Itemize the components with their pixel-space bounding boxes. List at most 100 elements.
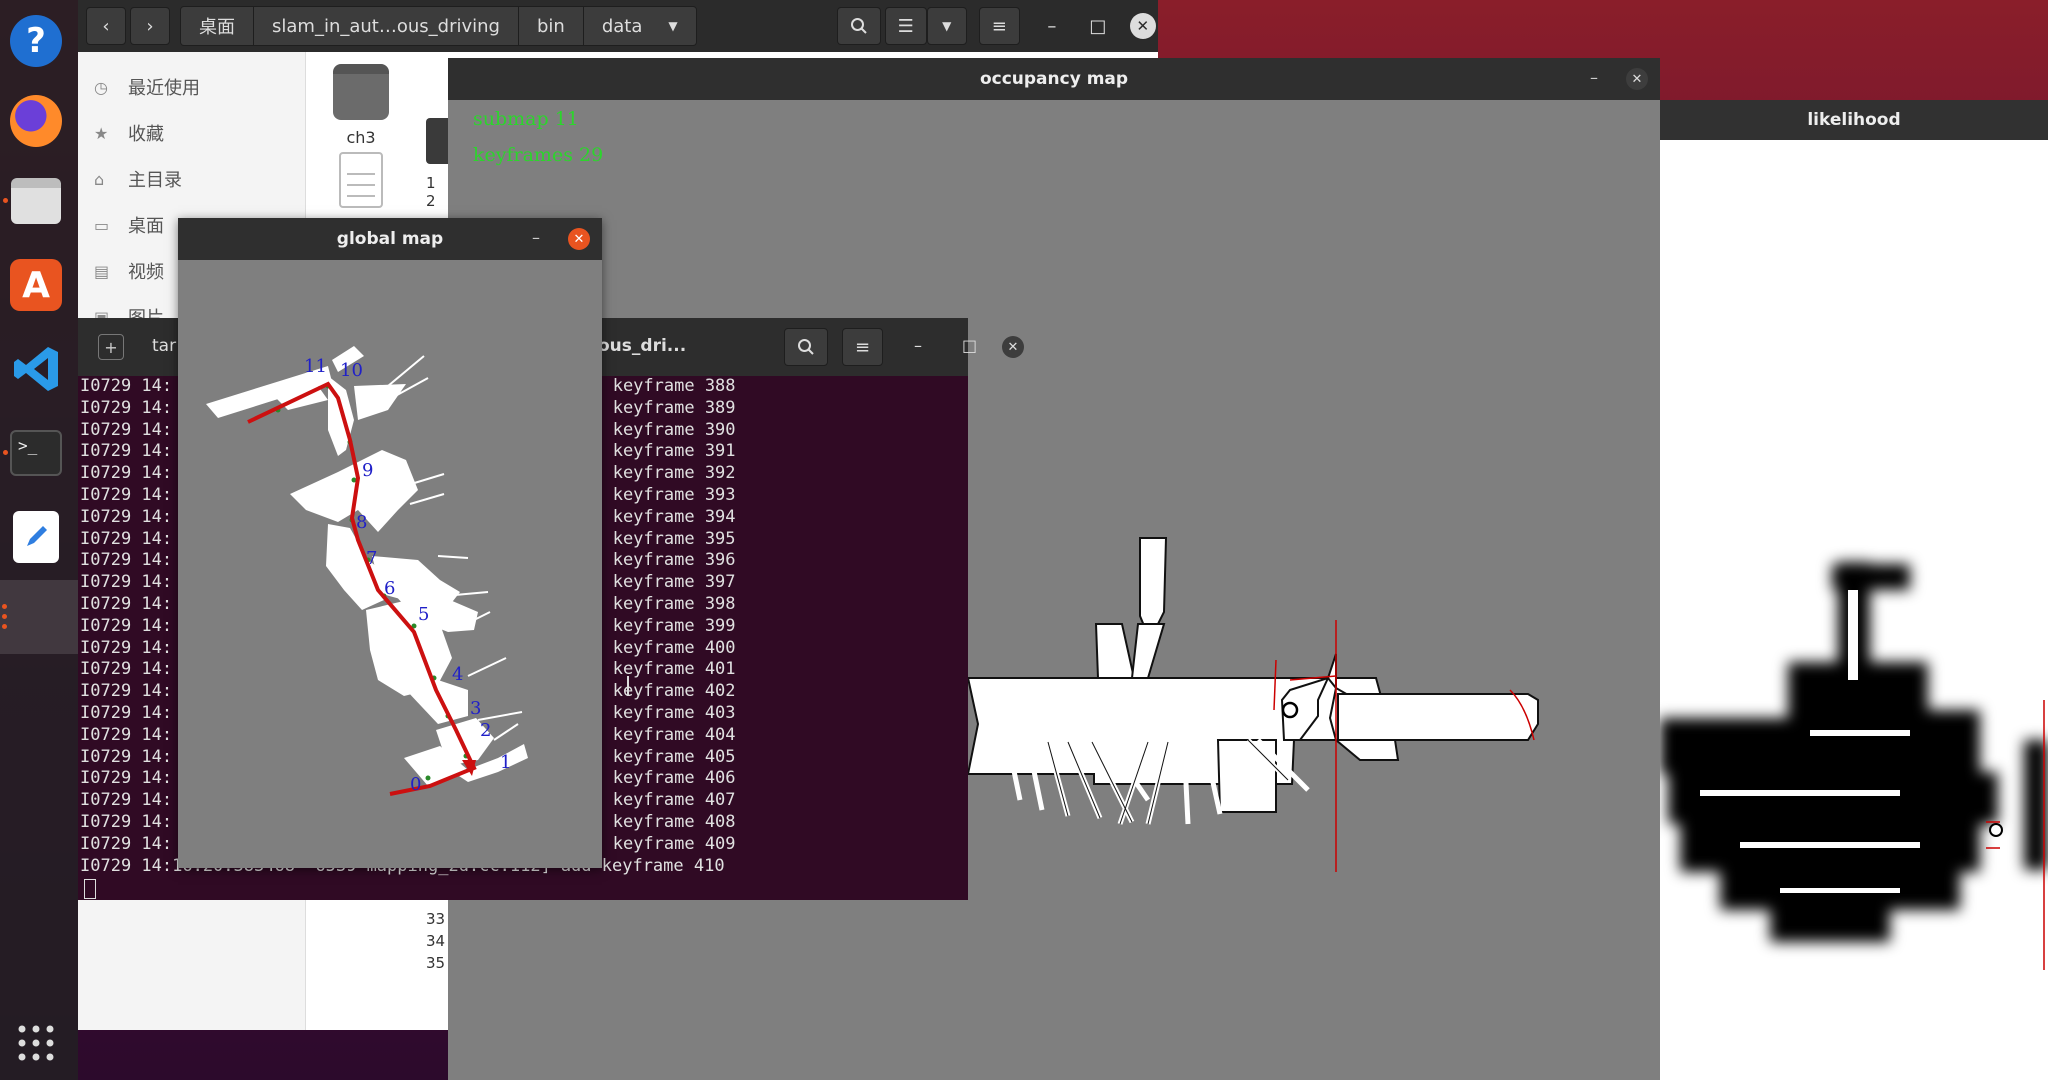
map-label: 7 [366,548,377,569]
map-label: 2 [480,720,491,741]
terminal-cursor [84,879,96,900]
breadcrumb-data[interactable]: data ▼ [583,7,696,45]
window-title: likelihood [1660,100,2048,140]
menu-button[interactable]: ≡ [978,7,1020,45]
show-apps-icon[interactable] [7,1014,65,1072]
global-map-canvas: 0 1 2 3 4 5 6 7 8 9 10 11 [206,346,528,796]
tab-label[interactable]: tar [152,336,176,356]
log-message: dd keyframe 395 [582,528,736,549]
map-label: 9 [362,460,373,481]
search-button[interactable] [784,328,828,366]
map-label: 8 [356,512,367,533]
log-message: dd keyframe 397 [582,572,736,593]
log-message: dd keyframe 401 [582,659,736,680]
breadcrumb-data-label: data [601,15,643,37]
running-indicator [2,614,7,619]
log-message: dd keyframe 393 [582,484,736,505]
star-icon: ★ [94,123,109,143]
breadcrumb-project[interactable]: slam_in_aut…ous_driving [254,7,519,45]
home-icon: ⌂ [94,169,105,189]
chevron-down-icon: ▼ [942,19,952,33]
log-message: dd keyframe 389 [582,397,736,418]
list-view-button[interactable]: ☰ [884,7,927,45]
maximize-button[interactable]: □ [1080,8,1116,44]
new-tab-button[interactable]: + [98,334,124,360]
log-message: dd keyframe 388 [582,376,736,396]
sidebar-item-label: 主目录 [128,170,182,191]
sidebar-item-label: 最近使用 [128,78,200,99]
folder-item-ch3[interactable]: ch3 [306,64,416,147]
text-editor-icon[interactable] [7,508,65,566]
log-message: dd keyframe 402 [582,681,736,702]
log-message: dd keyframe 409 [582,833,736,854]
breadcrumb-bin[interactable]: bin [518,7,584,45]
log-message: dd keyframe 391 [582,441,736,462]
clock-icon: ◷ [94,77,108,97]
software-center-icon[interactable]: A [7,256,65,314]
likelihood-field [1660,562,2048,970]
terminal-icon[interactable]: >_ [3,424,65,482]
global-map-window: global map – ✕ 0 1 2 3 4 5 6 7 8 9 10 11 [178,218,602,868]
breadcrumb-desktop[interactable]: 桌面 [181,7,254,45]
minimize-button[interactable]: – [1034,8,1070,44]
menu-button[interactable]: ≡ [842,328,884,366]
document-icon [339,152,383,208]
close-button[interactable]: ✕ [568,228,590,250]
map-label: 5 [418,604,429,625]
log-message: dd keyframe 406 [582,768,736,789]
active-app-icon[interactable] [0,580,78,654]
minimize-button[interactable]: – [532,228,540,247]
folder-label: ch3 [346,128,376,147]
log-message: dd keyframe 392 [582,463,736,484]
log-message: dd keyframe 408 [582,811,736,832]
sidebar-item-home[interactable]: ⌂ 主目录 [78,156,305,202]
search-icon [798,339,814,355]
running-indicator [3,198,8,203]
search-button[interactable] [836,7,881,45]
folder-icon [333,64,389,120]
close-button[interactable]: ✕ [1626,68,1648,90]
minimize-button[interactable]: – [914,336,922,355]
vscode-icon[interactable] [7,340,65,398]
video-icon: ▤ [94,261,110,281]
folder-icon: ▭ [94,215,110,235]
minimize-button[interactable]: – [1590,68,1598,87]
forward-button[interactable]: › [130,7,170,45]
file-item-document[interactable] [306,152,416,208]
maximize-button[interactable]: □ [962,336,977,355]
back-button[interactable]: ‹ [86,7,126,45]
log-message: dd keyframe 390 [582,419,736,440]
sidebar-item-recent[interactable]: ◷ 最近使用 [78,64,305,110]
log-message: dd keyframe 399 [582,615,736,636]
map-label: 6 [384,578,395,599]
firefox-icon[interactable] [7,92,65,150]
running-indicator [2,604,7,609]
terminal-title: ous_dri... [598,336,687,356]
log-message: dd keyframe 398 [582,593,736,614]
window-title: occupancy map [448,58,1660,100]
likelihood-window: likelihood [1660,100,2048,1080]
log-message: dd keyframe 405 [582,746,736,767]
files-icon[interactable] [3,172,65,230]
view-options-button[interactable]: ▼ [926,7,967,45]
log-message: dd keyframe 400 [582,637,736,658]
sidebar-item-label: 视频 [128,262,164,283]
sidebar-item-label: 桌面 [128,216,164,237]
sidebar-item-label: 收藏 [128,124,164,145]
search-icon [850,18,867,34]
map-label: 4 [452,664,463,685]
log-message: dd keyframe 403 [582,702,736,723]
chevron-down-icon: ▼ [668,19,678,33]
text-cursor-icon [627,676,629,696]
sidebar-item-starred[interactable]: ★ 收藏 [78,110,305,156]
map-label: 3 [470,698,481,719]
log-message: dd keyframe 394 [582,506,736,527]
map-label: 10 [340,360,363,381]
running-indicator [3,450,8,455]
close-button[interactable]: ✕ [1002,336,1024,358]
help-icon[interactable]: ? [7,12,65,70]
log-message: dd keyframe 396 [582,550,736,571]
close-button[interactable]: ✕ [1129,13,1156,39]
dock: ? A >_ [0,0,78,1080]
breadcrumb: 桌面 slam_in_aut…ous_driving bin data ▼ [180,6,697,46]
